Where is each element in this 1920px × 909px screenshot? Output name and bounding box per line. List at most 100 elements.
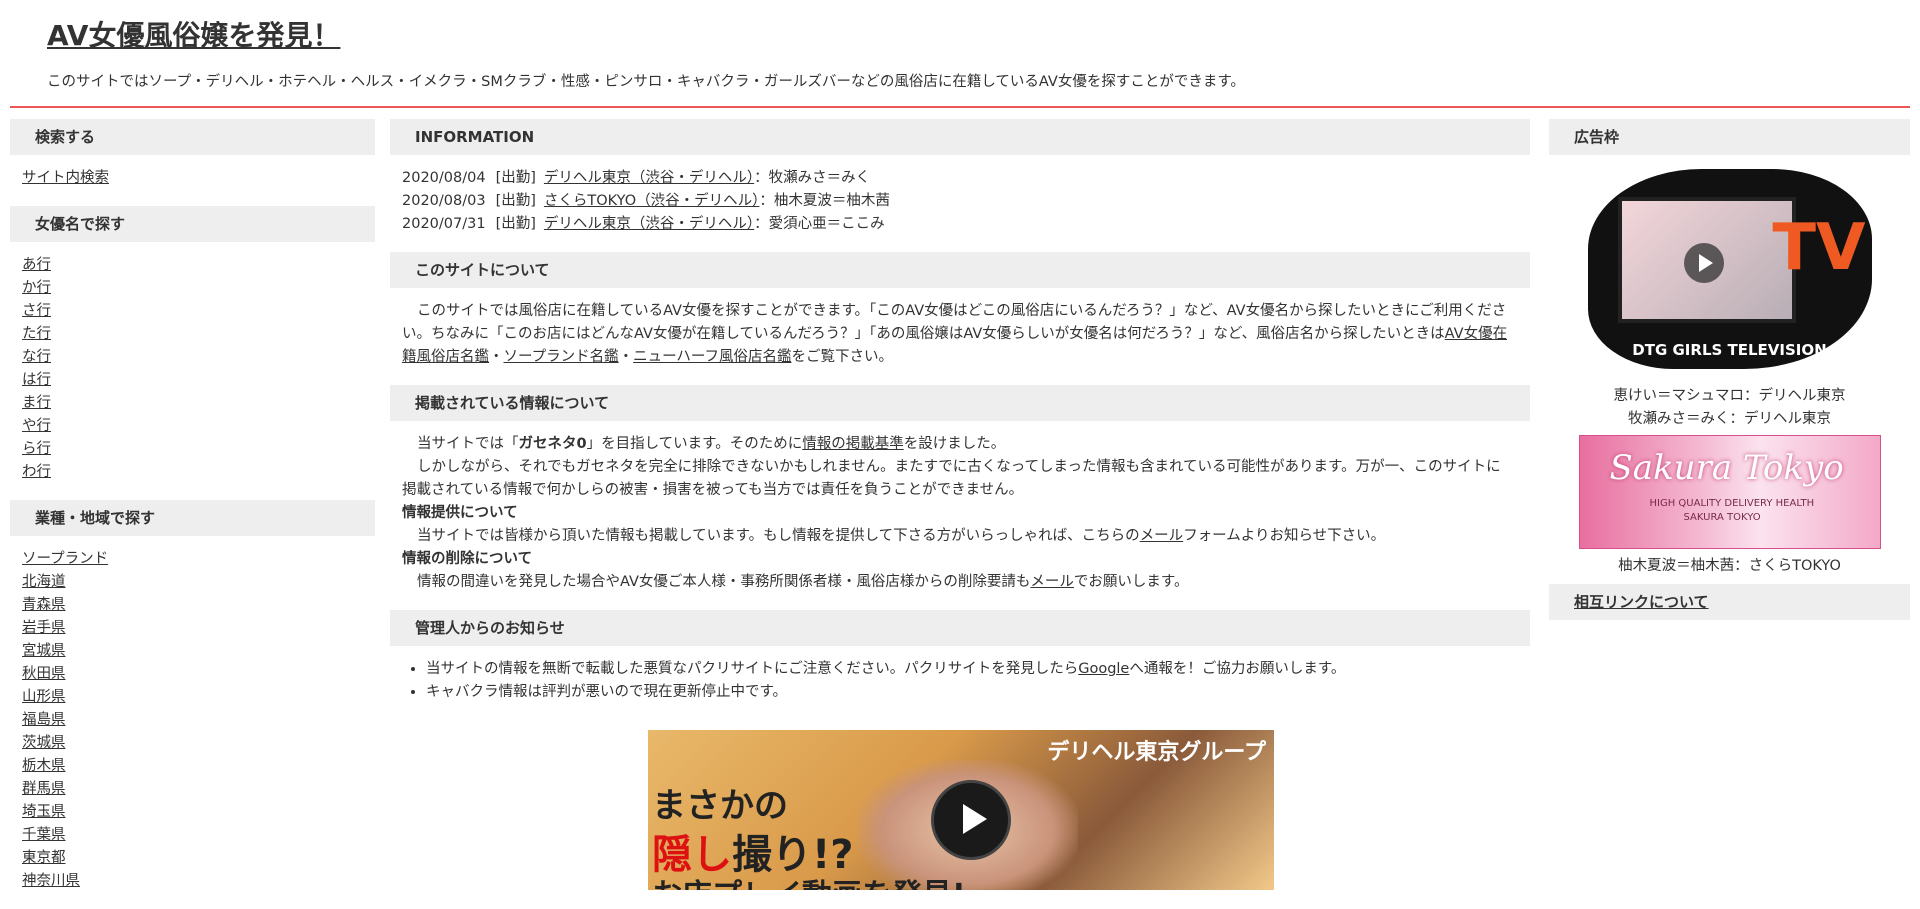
actress-index-item: や行 (22, 415, 375, 438)
area-list-item: ソープランド (22, 548, 375, 571)
newhalf-directory-link[interactable]: ニューハーフ風俗店名鑑 (633, 349, 791, 365)
area-link-kanagawa[interactable]: 神奈川県 (22, 873, 80, 889)
posted-text: 」を目指しています。そのために (586, 436, 803, 452)
posted-paragraph-1: 当サイトでは「ガセネタ0」を目指しています。そのために情報の掲載基準を設けました… (402, 433, 1512, 456)
banner-line-3: お店プレイ動画を発見! (652, 870, 966, 890)
google-report-link[interactable]: Google (1078, 661, 1129, 677)
play-icon[interactable] (931, 780, 1011, 860)
actress-index-sa[interactable]: さ行 (22, 303, 51, 319)
information-tag: [出勤] (495, 170, 536, 186)
area-link-miyagi[interactable]: 宮城県 (22, 643, 66, 659)
information-shop-link[interactable]: デリヘル東京（渋谷・デリヘル） (544, 216, 754, 232)
admin-notice-heading: 管理人からのお知らせ (390, 610, 1530, 646)
posted-emphasis: ガセネタ0 (518, 436, 587, 452)
area-link-gunma[interactable]: 群馬県 (22, 781, 66, 797)
actress-index-na[interactable]: な行 (22, 349, 51, 365)
banner-line-1: まさかの (652, 786, 788, 826)
actress-index-list: あ行 か行 さ行 た行 な行 は行 ま行 や行 ら行 わ行 (10, 242, 375, 500)
posting-criteria-link[interactable]: 情報の掲載基準 (802, 436, 904, 452)
area-link-aomori[interactable]: 青森県 (22, 597, 66, 613)
search-section-heading: 検索する (10, 119, 375, 155)
actress-index-ra[interactable]: ら行 (22, 441, 51, 457)
site-header: AV女優風俗嬢を発見！ このサイトではソープ・デリヘル・ホテヘル・ヘルス・イメク… (10, 0, 1910, 108)
actress-index-item: さ行 (22, 300, 375, 323)
area-list-item: 北海道 (22, 571, 375, 594)
sakura-logo-text: Sakura Tokyo (1609, 448, 1844, 488)
area-link-tochigi[interactable]: 栃木県 (22, 758, 66, 774)
about-separator: ・ (618, 349, 634, 365)
area-link-soapland[interactable]: ソープランド (22, 551, 108, 567)
area-list-item: 福島県 (22, 709, 375, 732)
admin-notice-list: 当サイトの情報を無断で転載した悪質なパクリサイトにご注意ください。パクリサイトを… (390, 646, 1530, 720)
area-list-item: 山形県 (22, 686, 375, 709)
information-row: 2020/08/04 [出勤] デリヘル東京（渋谷・デリヘル）：牧瀬みさ＝みく (402, 167, 1530, 190)
actress-index-item: わ行 (22, 461, 375, 484)
main-video-banner[interactable]: デリヘル東京グループ まさかの 隠し撮り!? お店プレイ動画を発見! (648, 730, 1274, 890)
actress-index-item: た行 (22, 323, 375, 346)
area-link-chiba[interactable]: 千葉県 (22, 827, 66, 843)
site-search-link[interactable]: サイト内検索 (22, 170, 109, 186)
posted-text: でお願いします。 (1073, 574, 1189, 590)
area-link-akita[interactable]: 秋田県 (22, 666, 66, 682)
area-list-item: 千葉県 (22, 824, 375, 847)
information-shop-link[interactable]: デリヘル東京（渋谷・デリヘル） (544, 170, 754, 186)
actress-index-ta[interactable]: た行 (22, 326, 51, 342)
information-date: 2020/08/03 (402, 193, 486, 209)
posted-info-body: 当サイトでは「ガセネタ0」を目指しています。そのために情報の掲載基準を設けました… (390, 421, 1530, 610)
area-list-item: 群馬県 (22, 778, 375, 801)
area-link-hokkaido[interactable]: 北海道 (22, 574, 66, 590)
actress-section-heading: 女優名で探す (10, 206, 375, 242)
actress-index-ma[interactable]: ま行 (22, 395, 51, 411)
site-title-link[interactable]: AV女優風俗嬢を発見！ (47, 19, 340, 52)
dtg-tv-banner[interactable]: TV DTG GIRLS TELEVISION (1579, 161, 1880, 385)
notice-item: 当サイトの情報を無断で転載した悪質なパクリサイトにご注意ください。パクリサイトを… (426, 658, 1530, 681)
delete-mail-link[interactable]: メール (1030, 574, 1074, 590)
soapland-directory-link[interactable]: ソープランド名鑑 (504, 349, 619, 365)
area-link-saitama[interactable]: 埼玉県 (22, 804, 66, 820)
area-list-item: 秋田県 (22, 663, 375, 686)
area-link-ibaraki[interactable]: 茨城県 (22, 735, 66, 751)
actress-index-ya[interactable]: や行 (22, 418, 51, 434)
posted-text: 当サイトでは「 (417, 436, 519, 452)
posted-info-heading: 掲載されている情報について (390, 385, 1530, 421)
area-list-item: 茨城県 (22, 732, 375, 755)
ad-section-heading: 広告枠 (1549, 119, 1910, 155)
notice-text: 当サイトの情報を無断で転載した悪質なパクリサイトにご注意ください。パクリサイトを… (426, 661, 1079, 677)
mutual-link-heading: 相互リンクについて (1549, 584, 1910, 620)
information-tag: [出勤] (495, 193, 536, 209)
actress-index-item: な行 (22, 346, 375, 369)
information-actress: ：牧瀬みさ＝みく (754, 170, 871, 186)
area-list-item: 宮城県 (22, 640, 375, 663)
information-tag: [出勤] (495, 216, 536, 232)
area-link-iwate[interactable]: 岩手県 (22, 620, 66, 636)
information-date: 2020/07/31 (402, 216, 486, 232)
right-sidebar: 広告枠 TV DTG GIRLS TELEVISION 恵けい＝マシュマロ：デリ… (1549, 119, 1910, 620)
posted-paragraph-4: 情報の間違いを発見した場合やAV女優ご本人様・事務所関係者様・風俗店様からの削除… (402, 571, 1512, 594)
play-icon[interactable] (1683, 243, 1724, 283)
information-heading: INFORMATION (390, 119, 1530, 155)
information-shop-link[interactable]: さくらTOKYO（渋谷・デリヘル） (544, 193, 760, 209)
area-link-tokyo[interactable]: 東京都 (22, 850, 66, 866)
actress-index-item: か行 (22, 277, 375, 300)
area-link-fukushima[interactable]: 福島県 (22, 712, 66, 728)
sakura-subtitle: HIGH QUALITY DELIVERY HEALTH (1649, 498, 1815, 509)
posted-paragraph-3: 当サイトでは皆様から頂いた情報も掲載しています。もし情報を提供して下さる方がいら… (402, 525, 1512, 548)
actress-index-ka[interactable]: か行 (22, 280, 51, 296)
tv-caption: DTG GIRLS TELEVISION (1632, 341, 1827, 359)
info-delete-heading: 情報の削除について (402, 551, 533, 567)
mutual-link[interactable]: 相互リンクについて (1574, 593, 1709, 611)
actress-index-ha[interactable]: は行 (22, 372, 51, 388)
sakura-tokyo-banner[interactable]: Sakura Tokyo HIGH QUALITY DELIVERY HEALT… (1578, 435, 1881, 549)
actress-index-wa[interactable]: わ行 (22, 464, 51, 480)
actress-index-item: ま行 (22, 392, 375, 415)
area-link-yamagata[interactable]: 山形県 (22, 689, 66, 705)
information-row: 2020/08/03 [出勤] さくらTOKYO（渋谷・デリヘル）：柚木夏波＝柚木茜 (402, 190, 1530, 213)
actress-index-item: あ行 (22, 254, 375, 277)
posted-text: 当サイトでは皆様から頂いた情報も掲載しています。もし情報を提供して下さる方がいら… (417, 528, 1140, 544)
notice-item: キャバクラ情報は評判が悪いので現在更新停止中です。 (426, 681, 1530, 704)
about-body: このサイトでは風俗店に在籍しているAV女優を探すことができます。「このAV女優は… (390, 288, 1530, 385)
area-list-item: 東京都 (22, 847, 375, 870)
information-actress: ：柚木夏波＝柚木茜 (759, 193, 890, 209)
mail-form-link[interactable]: メール (1140, 528, 1184, 544)
actress-index-a[interactable]: あ行 (22, 257, 51, 273)
